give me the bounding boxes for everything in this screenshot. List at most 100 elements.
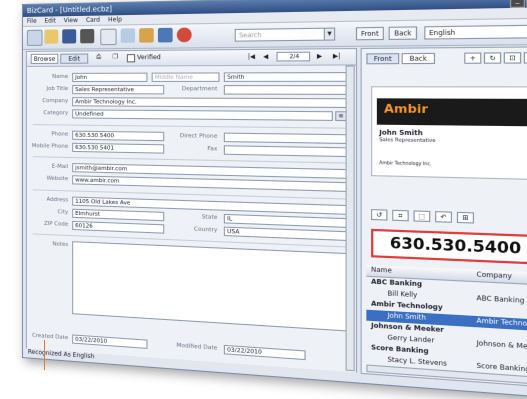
print-icon[interactable]: ⎙ [96, 53, 101, 61]
direct-phone-label: Direct Phone [179, 133, 218, 140]
phone-label: Phone [51, 131, 69, 138]
search-combo[interactable]: Search ▼ [234, 27, 336, 42]
copy-icon[interactable]: ❐ [113, 53, 119, 60]
export-icon[interactable] [157, 27, 173, 43]
vertical-scrollbar[interactable] [345, 65, 355, 372]
tab-edit[interactable]: Edit [60, 53, 89, 64]
select-region-icon[interactable]: ⬚ [413, 210, 431, 223]
category-label: Category [43, 110, 69, 117]
tab-front-image[interactable]: Front [366, 53, 400, 65]
rotate-left-icon[interactable]: ↺ [371, 209, 388, 221]
state-label: State [201, 214, 218, 222]
undo-icon[interactable]: ↶ [435, 211, 453, 223]
screenshot-stage: BizCard - [Untitled.ecbz] _ □ × File Edi… [0, 0, 527, 399]
card-company: Ambir Technology Inc. [379, 159, 432, 167]
zip-field[interactable]: 60126 [72, 220, 165, 234]
fax-field[interactable] [223, 145, 347, 158]
mobile-label: Mobile Phone [31, 143, 69, 150]
zip-label: ZIP Code [43, 220, 69, 228]
language-value: English [429, 29, 456, 38]
country-field[interactable]: USA [223, 226, 347, 241]
next-record-icon[interactable]: ▶ [317, 53, 322, 61]
minimize-button[interactable]: _ [509, 0, 526, 8]
front-button[interactable]: Front [355, 26, 384, 41]
notes-field[interactable] [72, 241, 347, 332]
find-icon[interactable] [120, 28, 136, 43]
card-details-panel: Browse Edit ⎙ ❐ Verified |◀ ◀ 2/4 ▶ ▶| N… [25, 47, 358, 374]
group-name: ABC Banking [371, 278, 423, 289]
country-label: Country [193, 226, 218, 234]
phone-field[interactable]: 630.530.5400 [72, 130, 165, 142]
print-icon[interactable] [80, 28, 95, 44]
window-controls: _ □ × [509, 0, 527, 8]
mobile-field[interactable]: 630.530.5401 [72, 142, 165, 154]
open-folder-icon[interactable] [44, 29, 59, 44]
back-button[interactable]: Back [388, 26, 418, 40]
crop-icon[interactable]: ⌗ [392, 209, 409, 222]
callout-line [44, 340, 45, 370]
verified-label: Verified [137, 53, 161, 62]
new-card-icon[interactable] [100, 28, 117, 46]
business-card-image: Ambir John Smith Sales Representative Am… [371, 86, 527, 181]
job-title-label: Job Title [46, 86, 69, 93]
zoom-in-icon[interactable]: + [464, 52, 482, 64]
card-name: John Smith [379, 129, 423, 138]
window-title: BizCard - [Untitled.ecbz] [26, 5, 112, 15]
fit-icon[interactable]: ⊡ [503, 52, 522, 64]
phone-preview: 630.530.5400 [371, 228, 527, 265]
column-company[interactable]: Company [476, 270, 511, 283]
modified-date-label: Modified Date [176, 342, 218, 352]
language-select[interactable]: English ▼ [424, 24, 527, 40]
menu-card[interactable]: Card [86, 17, 100, 24]
ambir-logo: Ambir [383, 101, 428, 117]
column-name[interactable]: Name [371, 265, 392, 277]
first-name-field[interactable]: John [72, 72, 148, 82]
state-field[interactable]: IL [223, 213, 347, 228]
last-name-field[interactable]: Smith [223, 72, 347, 82]
menu-edit[interactable]: Edit [44, 17, 55, 24]
name-label: Name [52, 73, 69, 80]
category-field[interactable]: Undefined [72, 109, 333, 121]
settings-icon[interactable] [176, 27, 192, 43]
verified-checkbox[interactable] [126, 54, 136, 63]
card-title: Sales Representative [379, 137, 436, 145]
city-label: City [57, 209, 69, 216]
middle-name-field[interactable]: Middle Name [151, 72, 220, 82]
fax-label: Fax [207, 146, 218, 153]
direct-phone-field[interactable] [223, 132, 347, 144]
email-label: E-Mail [51, 163, 69, 171]
created-date-label: Created Date [32, 332, 69, 342]
divider [32, 124, 347, 129]
record-counter[interactable]: 2/4 [276, 51, 311, 62]
tab-back-image[interactable]: Back [401, 52, 436, 65]
modified-date-field: 03/22/2010 [223, 344, 306, 361]
menu-view[interactable]: View [64, 17, 78, 24]
card-header-band: Ambir [376, 98, 527, 127]
search-placeholder: Search [239, 31, 262, 40]
rotate-icon[interactable]: ↻ [483, 52, 502, 64]
menu-help[interactable]: Help [108, 16, 122, 23]
tab-browse[interactable]: Browse [30, 53, 59, 64]
department-field[interactable] [223, 85, 347, 95]
chevron-down-icon[interactable]: ▼ [323, 28, 335, 40]
created-date-field: 03/22/2010 [72, 334, 148, 349]
menu-file[interactable]: File [27, 18, 37, 25]
company-field[interactable]: Ambir Technology Inc. [72, 97, 347, 109]
city-field[interactable]: Elmhurst [72, 208, 165, 222]
prev-record-icon[interactable]: ◀ [263, 53, 268, 61]
record-navigation: Browse Edit ⎙ ❐ Verified |◀ ◀ 2/4 ▶ ▶| [26, 49, 356, 67]
job-title-field[interactable]: Sales Representative [72, 85, 165, 95]
image-tools: ↺ ⌗ ⬚ ↶ ⊞ [371, 209, 475, 224]
card-image-panel: Front Back + ↻ ⊡ ▣ Ambir John Smith Sale… [360, 46, 527, 389]
ocr-icon[interactable]: ⊞ [456, 211, 475, 224]
scan-icon[interactable] [26, 29, 43, 46]
company-label: Company [42, 98, 69, 105]
bizcard-window: BizCard - [Untitled.ecbz] _ □ × File Edi… [22, 0, 527, 399]
tools-icon[interactable] [139, 28, 154, 43]
address-label: Address [46, 196, 69, 204]
notes-label: Notes [52, 241, 69, 249]
last-record-icon[interactable]: ▶| [333, 52, 341, 60]
first-record-icon[interactable]: |◀ [248, 53, 255, 60]
website-label: Website [46, 175, 69, 183]
save-icon[interactable] [62, 29, 77, 44]
